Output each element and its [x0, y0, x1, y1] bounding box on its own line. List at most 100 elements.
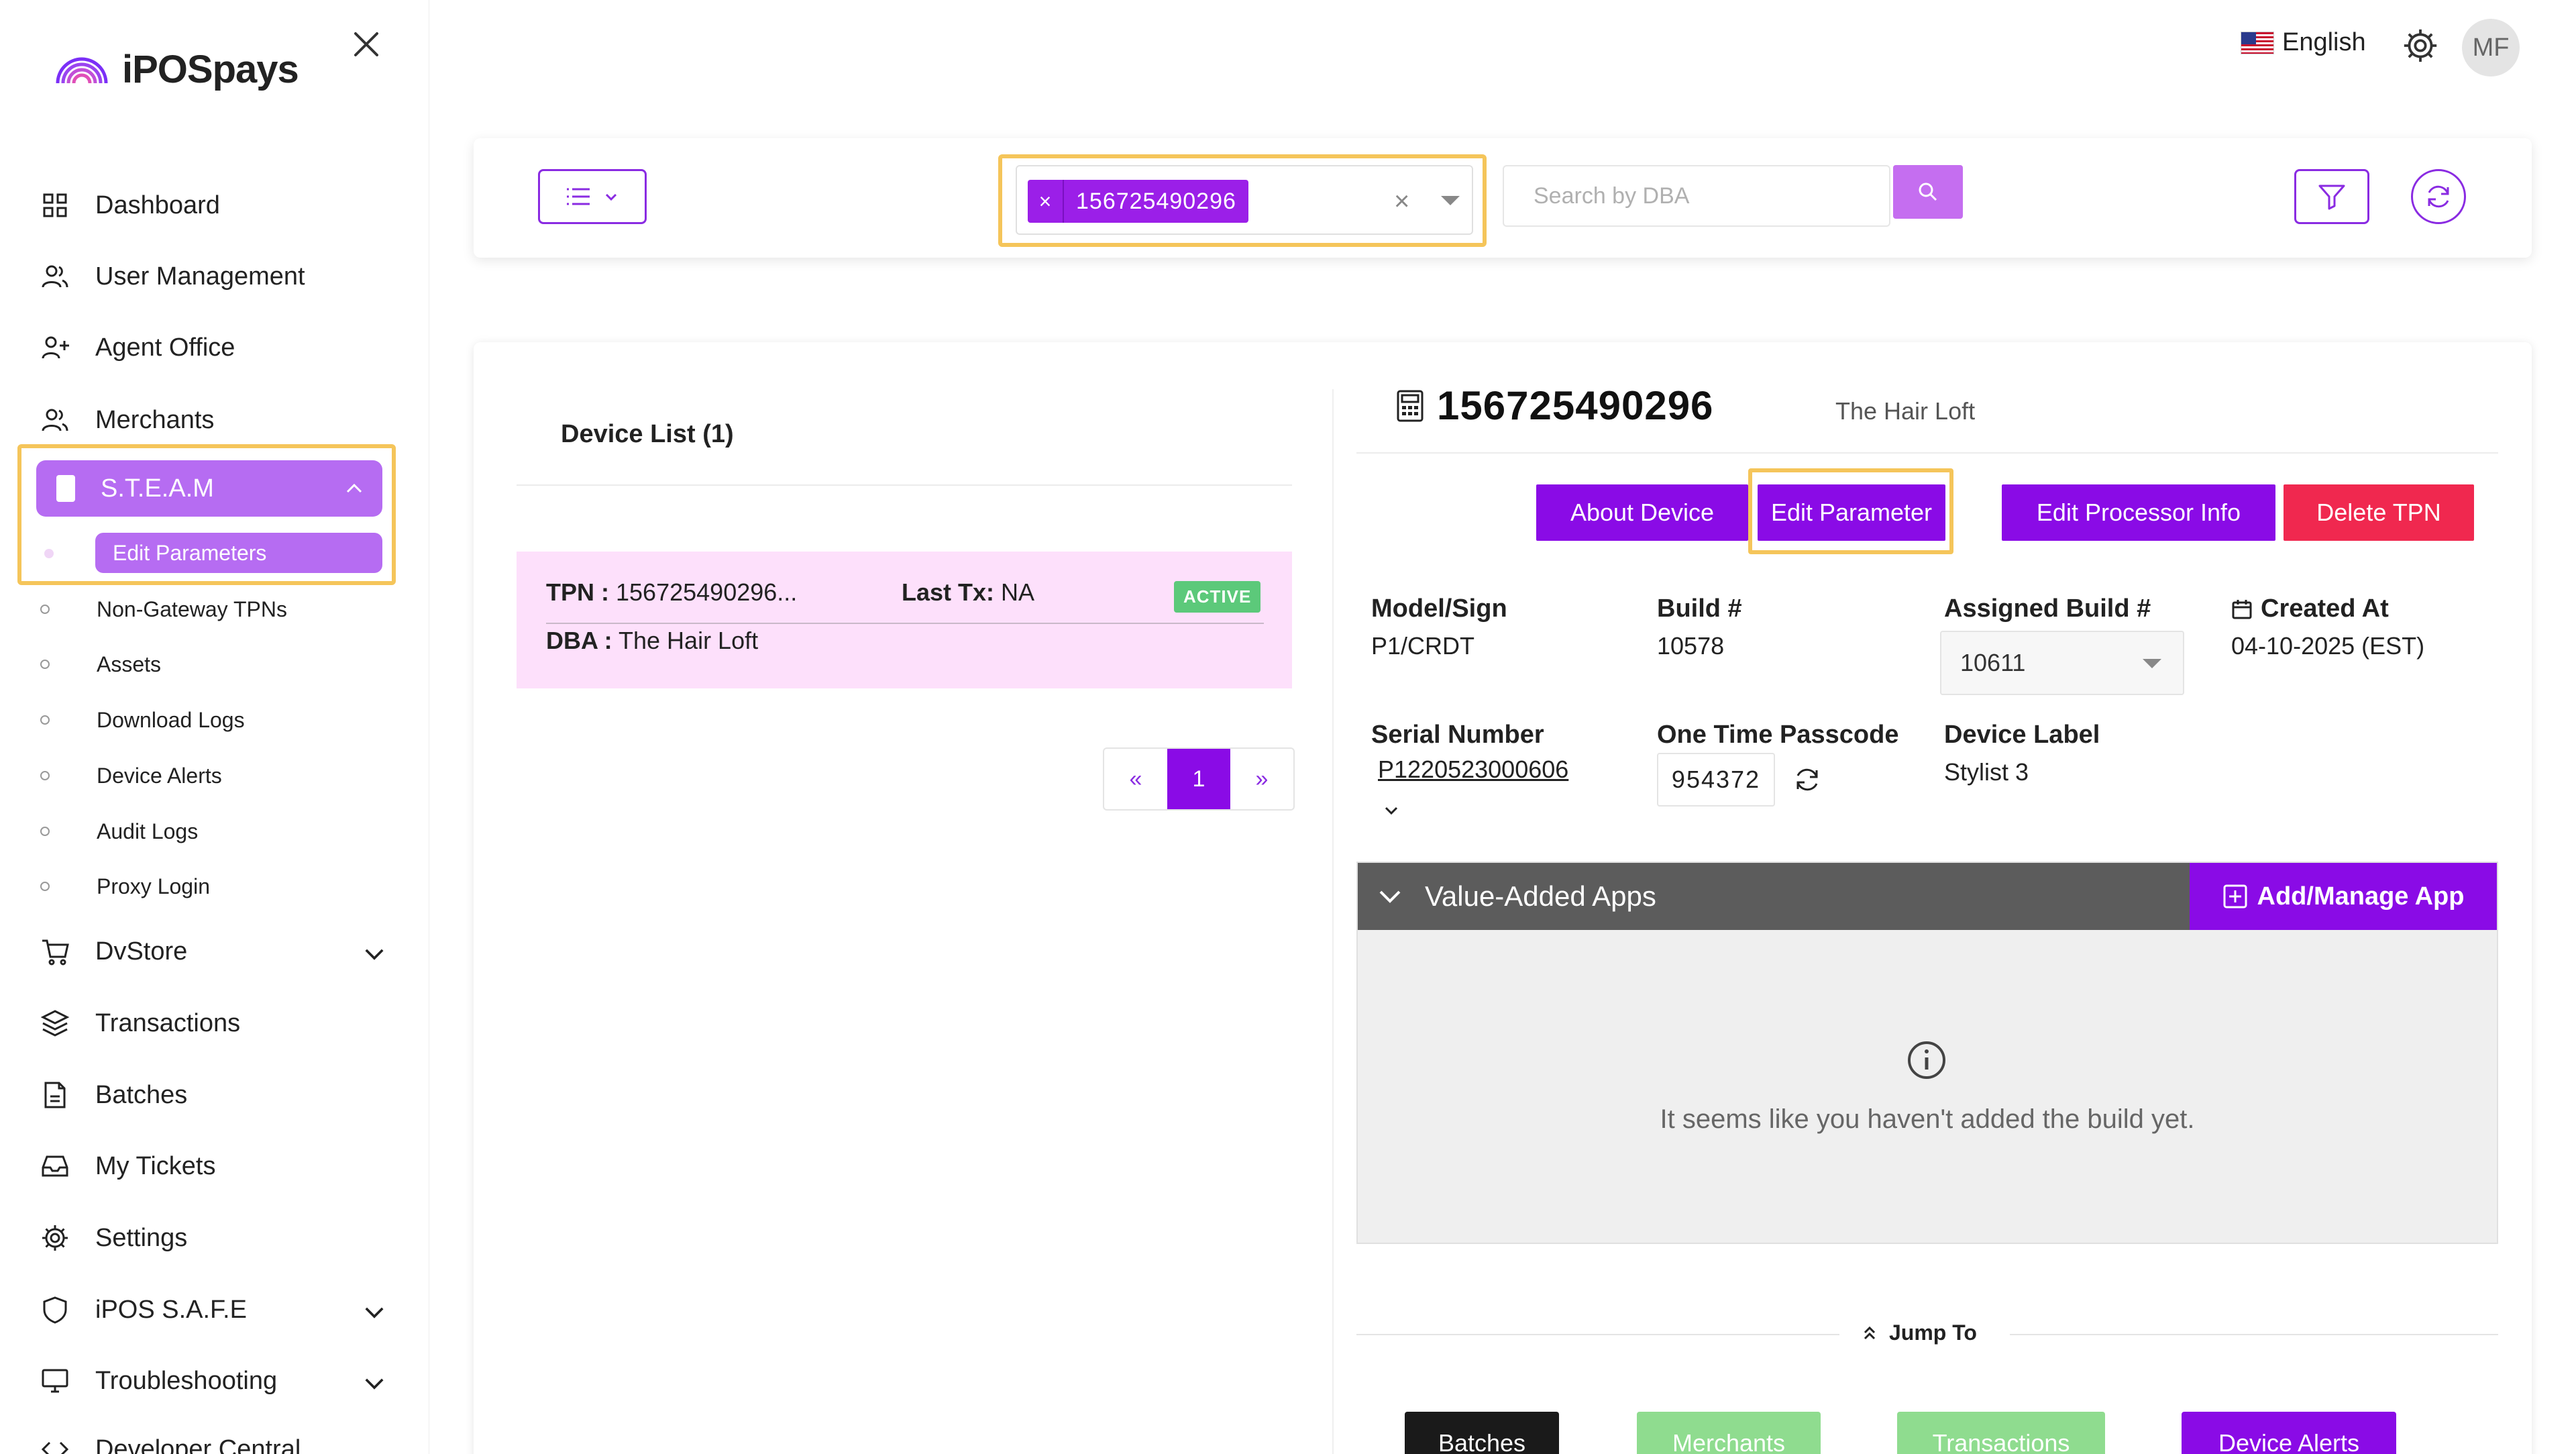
close-sidebar-icon[interactable]	[349, 27, 384, 62]
jump-batches-button[interactable]: Batches	[1405, 1412, 1559, 1454]
sidebar-sub-label: Audit Logs	[97, 819, 199, 843]
cart-icon	[42, 939, 69, 966]
device-label-label: Device Label	[1944, 721, 2100, 749]
sidebar-item-settings[interactable]: Settings	[40, 1211, 389, 1265]
sidebar-sub-download-logs[interactable]: Download Logs	[40, 700, 245, 740]
pagination: « 1 »	[1103, 747, 1295, 811]
clear-selection-icon[interactable]: ×	[1394, 187, 1409, 217]
sidebar-item-troubleshooting[interactable]: Troubleshooting	[40, 1354, 389, 1408]
sidebar-sub-assets[interactable]: Assets	[40, 644, 161, 684]
divider	[1356, 452, 2498, 454]
sidebar-sub-non-gateway-tpns[interactable]: Non-Gateway TPNs	[40, 589, 287, 629]
sidebar-sub-label: Proxy Login	[97, 874, 210, 898]
chevron-down-icon[interactable]	[1382, 801, 1401, 820]
page-1-button[interactable]: 1	[1167, 749, 1230, 809]
inbox-icon	[42, 1155, 68, 1177]
sidebar-item-label: Settings	[95, 1223, 188, 1252]
chevron-down-icon	[1379, 890, 1401, 903]
delete-tpn-button[interactable]: Delete TPN	[2284, 484, 2474, 541]
prev-page-button[interactable]: «	[1104, 749, 1167, 809]
selected-tpn-chip: × 156725490296	[1028, 180, 1248, 223]
created-at-label-text: Created At	[2261, 594, 2389, 623]
jump-merchants-button[interactable]: Merchants	[1637, 1412, 1821, 1454]
calculator-icon	[1397, 390, 1424, 421]
settings-gear-icon[interactable]	[2402, 27, 2439, 64]
add-manage-app-button[interactable]: Add/Manage App	[2190, 863, 2497, 930]
tpn-select[interactable]: × 156725490296 ×	[1016, 165, 1473, 235]
value-added-apps-title: Value-Added Apps	[1425, 880, 1656, 912]
next-page-button[interactable]: »	[1230, 749, 1293, 809]
empty-state-message: It seems like you haven't added the buil…	[1660, 1104, 2195, 1134]
sidebar-sub-label: Device Alerts	[97, 763, 222, 788]
value-added-apps-header[interactable]: Value-Added Apps Add/Manage App	[1358, 863, 2497, 930]
language-label: English	[2282, 28, 2366, 56]
sidebar-sub-proxy-login[interactable]: Proxy Login	[40, 866, 210, 906]
chip-value: 156725490296	[1076, 188, 1236, 214]
sidebar-item-label: User Management	[95, 262, 305, 291]
bullet-icon	[40, 715, 50, 725]
sidebar-item-label: DvStore	[95, 937, 188, 966]
sidebar-item-developer-central[interactable]: Developer Central	[40, 1422, 389, 1454]
dba-row: DBA : The Hair Loft	[546, 627, 758, 655]
chevron-up-icon	[346, 483, 362, 493]
sidebar-item-transactions[interactable]: Transactions	[40, 996, 389, 1050]
sidebar-item-batches[interactable]: Batches	[40, 1068, 389, 1122]
sidebar-item-ipos-safe[interactable]: iPOS S.A.F.E	[40, 1283, 389, 1337]
search-button[interactable]	[1893, 165, 1963, 219]
users-icon	[42, 409, 68, 431]
jump-device-alerts-button[interactable]: Device Alerts	[2182, 1412, 2396, 1454]
add-manage-app-label: Add/Manage App	[2257, 882, 2465, 911]
jump-transactions-button[interactable]: Transactions	[1897, 1412, 2105, 1454]
sidebar-item-my-tickets[interactable]: My Tickets	[40, 1139, 389, 1193]
sidebar-item-label: S.T.E.A.M	[101, 474, 214, 503]
remove-chip-icon[interactable]: ×	[1028, 180, 1064, 223]
bullet-icon	[40, 660, 50, 669]
device-list-item[interactable]: TPN : 156725490296... Last Tx: NA ACTIVE…	[517, 552, 1292, 688]
sidebar-item-dashboard[interactable]: Dashboard	[40, 178, 389, 232]
refresh-button[interactable]	[2411, 169, 2466, 224]
dba-value: The Hair Loft	[619, 627, 759, 654]
filter-bar: × 156725490296 × Search by DBA	[474, 138, 2532, 258]
dropdown-caret-icon	[2143, 659, 2161, 668]
serial-number-link[interactable]: P1220523000606	[1378, 756, 1568, 784]
sidebar-item-label: Batches	[95, 1080, 188, 1109]
sidebar-sub-audit-logs[interactable]: Audit Logs	[40, 811, 198, 851]
sidebar: iPOSpays Dashboard User Management Agent…	[0, 0, 429, 1454]
sidebar-item-label: My Tickets	[95, 1151, 216, 1180]
about-device-button[interactable]: About Device	[1536, 484, 1748, 541]
sidebar-sub-label: Non-Gateway TPNs	[97, 596, 287, 621]
sidebar-item-merchants[interactable]: Merchants	[40, 393, 389, 447]
sidebar-sub-device-alerts[interactable]: Device Alerts	[40, 756, 222, 796]
sidebar-item-label: Merchants	[95, 405, 215, 434]
assigned-build-select[interactable]: 10611	[1940, 631, 2184, 695]
bullet-icon	[40, 605, 50, 614]
code-icon	[41, 1441, 69, 1454]
dropdown-caret-icon[interactable]	[1441, 196, 1460, 205]
view-options-button[interactable]	[538, 169, 647, 224]
calendar-icon	[2232, 599, 2252, 619]
sidebar-item-agent-office[interactable]: Agent Office	[40, 321, 389, 374]
sidebar-item-label: Dashboard	[95, 191, 220, 219]
filter-button[interactable]	[2294, 169, 2369, 224]
last-tx-value: NA	[1001, 578, 1035, 606]
regenerate-passcode-icon[interactable]	[1792, 765, 1822, 794]
plus-square-icon	[2223, 884, 2247, 908]
gear-icon	[42, 1225, 68, 1251]
sidebar-item-dvstore[interactable]: DvStore	[40, 925, 389, 978]
sidebar-item-steam[interactable]: S.T.E.A.M	[36, 460, 382, 517]
language-selector[interactable]: English	[2241, 28, 2366, 57]
dba-search-input[interactable]: Search by DBA	[1503, 165, 1890, 227]
sidebar-sub-edit-parameters[interactable]: Edit Parameters	[95, 533, 382, 573]
brand-logo[interactable]: iPOSpays	[54, 47, 299, 92]
user-plus-icon	[42, 336, 69, 359]
us-flag-icon	[2241, 31, 2274, 54]
user-avatar[interactable]: MF	[2462, 19, 2520, 76]
rainbow-logo-icon	[56, 57, 108, 83]
sidebar-item-label: Agent Office	[95, 333, 235, 362]
edit-parameter-button[interactable]: Edit Parameter	[1758, 484, 1945, 541]
assigned-build-value: 10611	[1960, 649, 2026, 676]
created-at-label: Created At	[2231, 594, 2389, 623]
sidebar-item-user-management[interactable]: User Management	[40, 250, 389, 303]
value-added-apps-panel: Value-Added Apps Add/Manage App It seems…	[1356, 862, 2498, 1244]
edit-processor-info-button[interactable]: Edit Processor Info	[2002, 484, 2275, 541]
